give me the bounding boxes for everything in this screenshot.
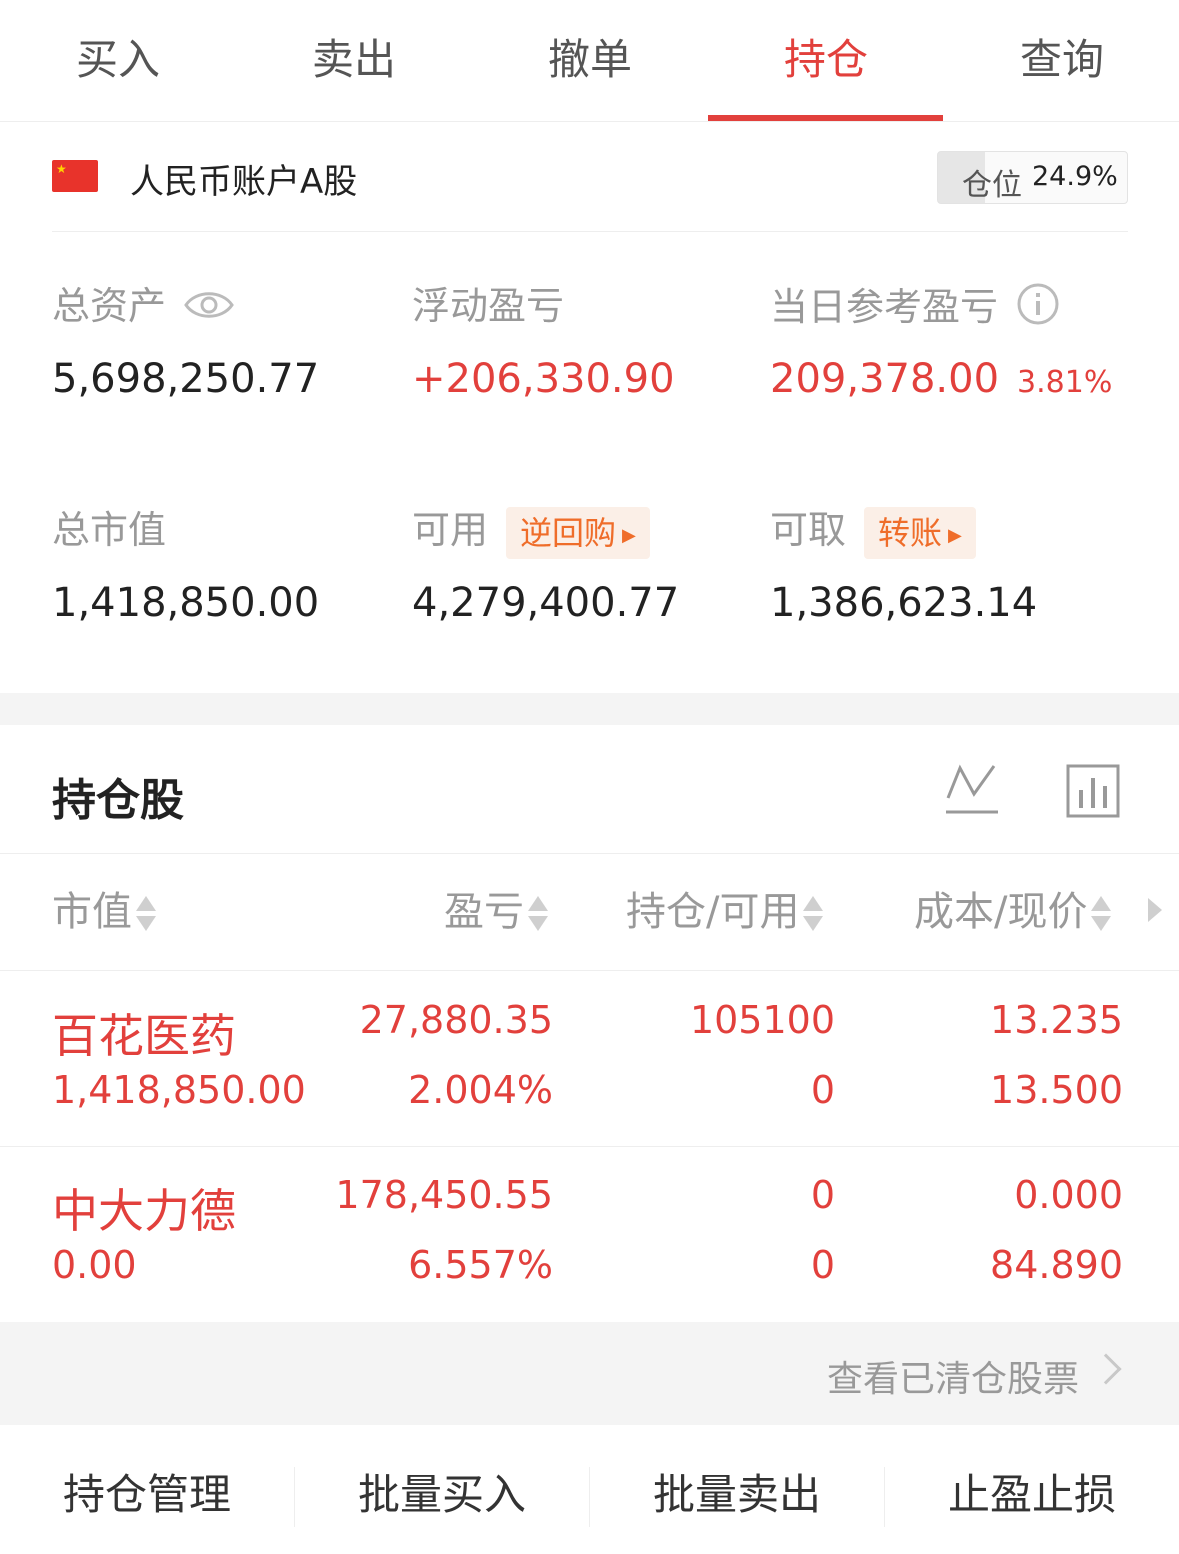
column-market-value-label: 市值 <box>52 889 132 935</box>
tab-sell[interactable]: 卖出 <box>236 0 472 122</box>
position-management-button[interactable]: 持仓管理 <box>0 1425 294 1554</box>
tab-query[interactable]: 查询 <box>944 0 1179 122</box>
stock-pnl: 27,880.35 <box>359 998 553 1042</box>
take-profit-stop-loss-button[interactable]: 止盈止损 <box>885 1425 1179 1554</box>
tab-buy[interactable]: 买入 <box>0 0 236 122</box>
scroll-right-icon[interactable] <box>1148 898 1162 922</box>
cleared-stocks-link[interactable]: 查看已清仓股票 <box>0 1322 1179 1425</box>
daily-pnl-percent: 3.81% <box>1017 365 1113 400</box>
holdings-title: 持仓股 <box>52 775 184 826</box>
stat-total-assets: 总资产 5,698,250.77 <box>52 282 319 402</box>
table-row[interactable]: 中大力德 0.00 178,450.55 6.557% 0 0 0.000 84… <box>0 1147 1179 1322</box>
stock-price: 13.500 <box>990 1068 1123 1112</box>
stock-pnl-percent: 2.004% <box>408 1068 553 1112</box>
bottom-action-bar: 持仓管理 批量买入 批量卖出 止盈止损 <box>0 1425 1179 1554</box>
daily-pnl-value: 209,378.00 <box>770 356 1000 402</box>
stat-floating-pnl: 浮动盈亏 +206,330.90 <box>412 282 675 402</box>
top-tab-bar: 买入 卖出 撤单 持仓 查询 <box>0 0 1179 122</box>
reverse-repo-label: 逆回购 <box>520 513 617 552</box>
column-pnl-label: 盈亏 <box>444 889 524 935</box>
column-market-value[interactable]: 市值 <box>52 854 156 972</box>
tab-cancel-order[interactable]: 撤单 <box>472 0 708 122</box>
stat-market-value: 总市值 1,418,850.00 <box>52 506 319 626</box>
transfer-button[interactable]: 转账 ▶ <box>864 506 976 559</box>
floating-pnl-value: +206,330.90 <box>412 356 675 402</box>
sort-icon <box>803 894 824 934</box>
stock-market-value: 1,418,850.00 <box>52 1068 306 1112</box>
sort-icon <box>1091 894 1112 934</box>
market-value-value: 1,418,850.00 <box>52 580 320 626</box>
stat-daily-pnl: 当日参考盈亏 209,378.00 3.81% <box>770 282 1112 402</box>
column-cost-price-label: 成本/现价 <box>914 889 1088 935</box>
stat-available: 可用 逆回购 ▶ 4,279,400.77 <box>412 506 679 626</box>
holdings-table-header: 市值 盈亏 持仓/可用 成本/现价 <box>0 853 1179 971</box>
stock-name: 百花医药 <box>52 1009 236 1063</box>
section-divider <box>0 693 1179 725</box>
available-value: 4,279,400.77 <box>412 580 680 626</box>
stock-pnl: 178,450.55 <box>335 1173 553 1217</box>
china-flag-icon: ★ <box>52 160 98 192</box>
cleared-stocks-label: 查看已清仓股票 <box>826 1359 1079 1400</box>
tab-positions[interactable]: 持仓 <box>708 0 944 122</box>
stock-cost: 0.000 <box>1014 1173 1123 1217</box>
stock-cost: 13.235 <box>990 998 1123 1042</box>
stock-available: 0 <box>810 1068 835 1112</box>
batch-buy-button[interactable]: 批量买入 <box>295 1425 589 1554</box>
withdrawable-label: 可取 <box>770 508 847 552</box>
caret-right-icon: ▶ <box>622 524 636 546</box>
stock-available: 0 <box>810 1243 835 1287</box>
stock-pnl-percent: 6.557% <box>408 1243 553 1287</box>
table-row[interactable]: 百花医药 1,418,850.00 27,880.35 2.004% 10510… <box>0 972 1179 1147</box>
sort-icon <box>136 894 156 934</box>
withdrawable-value: 1,386,623.14 <box>770 580 1038 626</box>
transfer-label: 转账 <box>878 513 943 552</box>
stock-name: 中大力德 <box>52 1184 236 1238</box>
bar-chart-icon[interactable] <box>1066 764 1120 822</box>
sort-icon <box>528 894 548 934</box>
stock-market-value: 0.00 <box>52 1243 137 1287</box>
floating-pnl-label: 浮动盈亏 <box>412 284 565 328</box>
column-cost-price[interactable]: 成本/现价 <box>914 854 1112 972</box>
info-icon[interactable] <box>1016 282 1060 337</box>
position-value: 24.9% <box>1032 161 1118 192</box>
stock-position: 105100 <box>689 998 835 1042</box>
total-assets-label: 总资产 <box>52 284 167 328</box>
batch-sell-button[interactable]: 批量卖出 <box>590 1425 884 1554</box>
available-label: 可用 <box>412 508 489 552</box>
stat-withdrawable: 可取 转账 ▶ 1,386,623.14 <box>770 506 1037 626</box>
stock-price: 84.890 <box>990 1243 1123 1287</box>
chevron-right-icon <box>1090 1353 1122 1385</box>
position-label: 仓位 <box>962 168 1022 203</box>
column-pnl[interactable]: 盈亏 <box>444 854 548 972</box>
line-chart-icon[interactable] <box>944 760 1000 820</box>
market-value-label: 总市值 <box>52 508 167 552</box>
total-assets-value: 5,698,250.77 <box>52 356 320 402</box>
eye-icon[interactable] <box>184 285 234 333</box>
daily-pnl-label: 当日参考盈亏 <box>770 285 999 329</box>
reverse-repo-button[interactable]: 逆回购 ▶ <box>506 506 650 559</box>
column-position-label: 持仓/可用 <box>626 889 800 935</box>
caret-right-icon: ▶ <box>948 524 962 546</box>
active-tab-indicator <box>708 115 943 121</box>
stock-position: 0 <box>810 1173 835 1217</box>
position-ratio-badge: 仓位 24.9% <box>937 151 1128 204</box>
account-name: 人民币账户A股 <box>130 162 358 202</box>
column-position[interactable]: 持仓/可用 <box>626 854 824 972</box>
account-row[interactable]: ★ 人民币账户A股 仓位 24.9% <box>52 124 1128 232</box>
